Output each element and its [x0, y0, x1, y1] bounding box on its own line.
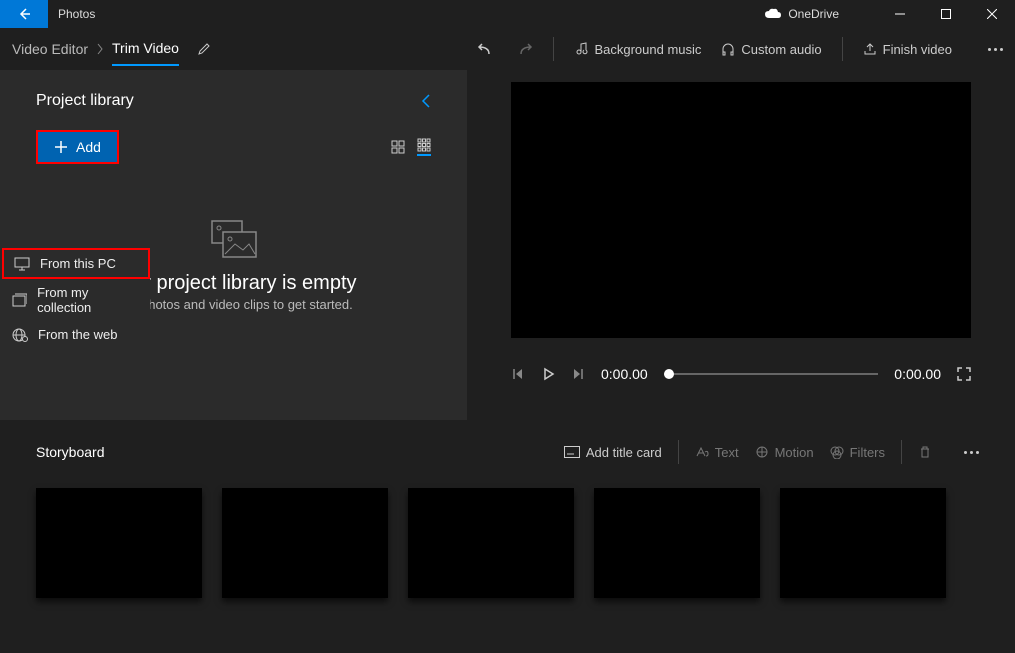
- skip-back-icon: [511, 367, 525, 381]
- menu-label: From the web: [38, 327, 117, 342]
- add-label: Add: [76, 139, 101, 155]
- motion-button[interactable]: Motion: [755, 445, 814, 460]
- add-context-menu: From this PC From my collection From the…: [2, 248, 150, 348]
- trash-icon: [918, 445, 932, 459]
- view-large-button[interactable]: [391, 140, 405, 154]
- close-icon: [987, 9, 997, 19]
- redo-button[interactable]: [515, 40, 533, 58]
- storyboard-more-button[interactable]: [964, 451, 979, 454]
- redo-icon: [515, 40, 533, 58]
- cloud-icon: [764, 8, 782, 20]
- filters-icon: [830, 445, 844, 459]
- motion-icon: [755, 445, 769, 459]
- storyboard-title: Storyboard: [36, 444, 104, 460]
- clip-slot[interactable]: [222, 488, 388, 598]
- add-title-card-label: Add title card: [586, 445, 662, 460]
- breadcrumb-root[interactable]: Video Editor: [12, 41, 88, 57]
- app-title: Photos: [48, 7, 105, 21]
- grid-large-icon: [391, 140, 405, 154]
- chevron-right-icon: [96, 43, 104, 55]
- command-bar: Video Editor Trim Video Background music…: [0, 28, 1015, 70]
- close-button[interactable]: [969, 0, 1015, 28]
- text-label: Text: [715, 445, 739, 460]
- playback-bar: 0:00.00 0:00.00: [511, 366, 971, 382]
- more-button[interactable]: [988, 48, 1003, 51]
- video-preview[interactable]: [511, 82, 971, 338]
- play-button[interactable]: [541, 367, 555, 381]
- pencil-icon: [197, 42, 211, 56]
- clip-slot[interactable]: [408, 488, 574, 598]
- undo-button[interactable]: [477, 40, 495, 58]
- preview-panel: 0:00.00 0:00.00: [467, 70, 1015, 420]
- storyboard-clips: [36, 488, 979, 598]
- onedrive-status[interactable]: OneDrive: [764, 7, 839, 21]
- next-frame-button[interactable]: [571, 367, 585, 381]
- motion-label: Motion: [775, 445, 814, 460]
- clip-slot[interactable]: [780, 488, 946, 598]
- background-music-label: Background music: [594, 42, 701, 57]
- music-icon: [574, 42, 588, 56]
- skip-forward-icon: [571, 367, 585, 381]
- delete-button[interactable]: [918, 445, 932, 459]
- clip-slot[interactable]: [36, 488, 202, 598]
- onedrive-label: OneDrive: [788, 7, 839, 21]
- project-library-title: Project library: [36, 92, 134, 110]
- custom-audio-label: Custom audio: [741, 42, 821, 57]
- current-time: 0:00.00: [601, 366, 648, 382]
- minimize-icon: [895, 9, 905, 19]
- headphones-icon: [721, 42, 735, 56]
- menu-label: From this PC: [40, 256, 116, 271]
- background-music-button[interactable]: Background music: [574, 42, 701, 57]
- breadcrumb: Video Editor Trim Video: [12, 32, 211, 66]
- menu-from-collection[interactable]: From my collection: [2, 279, 150, 321]
- fullscreen-icon: [957, 367, 971, 381]
- undo-icon: [477, 40, 495, 58]
- text-button[interactable]: Text: [695, 445, 739, 460]
- menu-label: From my collection: [37, 285, 140, 315]
- chevron-left-icon: [421, 94, 431, 108]
- view-small-button[interactable]: [417, 138, 431, 156]
- clip-slot[interactable]: [594, 488, 760, 598]
- finish-video-button[interactable]: Finish video: [863, 42, 952, 57]
- progress-bar[interactable]: [664, 373, 879, 375]
- add-title-card-button[interactable]: Add title card: [564, 445, 662, 460]
- pc-icon: [14, 257, 30, 271]
- menu-from-web[interactable]: From the web: [2, 321, 150, 348]
- add-button[interactable]: Add: [36, 130, 119, 164]
- finish-video-label: Finish video: [883, 42, 952, 57]
- filters-label: Filters: [850, 445, 885, 460]
- plus-icon: [54, 140, 68, 154]
- project-library-panel: Project library Add Your proj: [0, 70, 467, 420]
- play-icon: [541, 367, 555, 381]
- storyboard-panel: Storyboard Add title card Text Motion Fi…: [0, 420, 1015, 618]
- collection-icon: [12, 293, 27, 307]
- menu-from-this-pc[interactable]: From this PC: [2, 248, 150, 279]
- text-icon: [695, 446, 709, 458]
- collapse-library-button[interactable]: [421, 94, 431, 108]
- custom-audio-button[interactable]: Custom audio: [721, 42, 821, 57]
- grid-small-icon: [417, 138, 431, 152]
- media-placeholder-icon: [211, 220, 257, 258]
- back-button[interactable]: [0, 0, 48, 28]
- export-icon: [863, 42, 877, 56]
- title-card-icon: [564, 446, 580, 458]
- rename-button[interactable]: [197, 42, 211, 56]
- maximize-icon: [941, 9, 951, 19]
- web-icon: [12, 328, 28, 342]
- fullscreen-button[interactable]: [957, 367, 971, 381]
- total-time: 0:00.00: [894, 366, 941, 382]
- arrow-left-icon: [16, 6, 32, 22]
- maximize-button[interactable]: [923, 0, 969, 28]
- prev-frame-button[interactable]: [511, 367, 525, 381]
- title-bar: Photos OneDrive: [0, 0, 1015, 28]
- breadcrumb-current[interactable]: Trim Video: [112, 40, 179, 66]
- minimize-button[interactable]: [877, 0, 923, 28]
- dot-icon: [964, 451, 967, 454]
- dot-icon: [988, 48, 991, 51]
- filters-button[interactable]: Filters: [830, 445, 885, 460]
